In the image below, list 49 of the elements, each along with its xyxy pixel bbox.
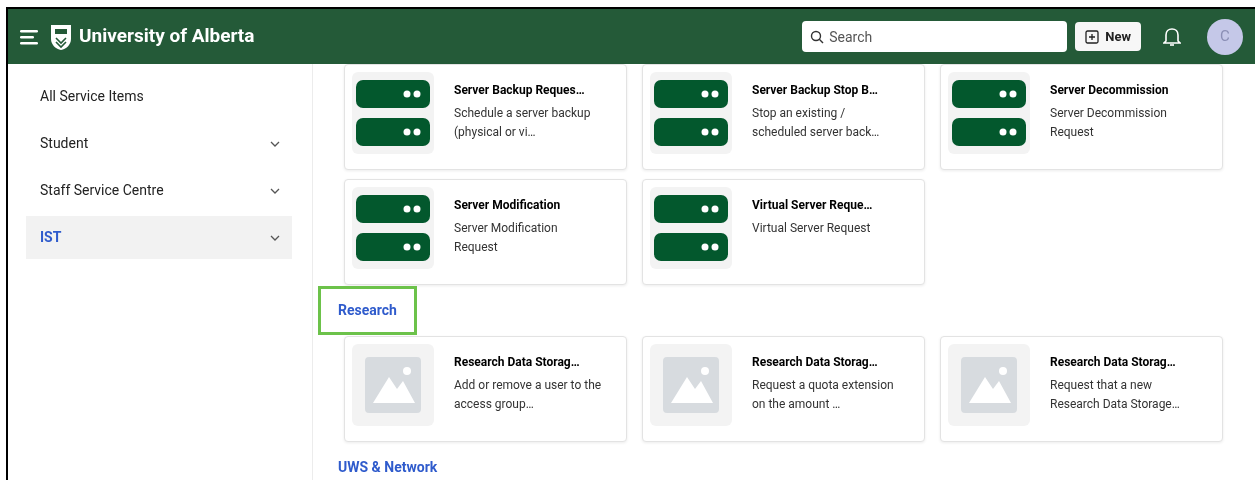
bell-icon[interactable] (1163, 26, 1181, 47)
server-icon (654, 195, 728, 261)
card-title: Server Decommission (1050, 83, 1170, 97)
server-icon (952, 80, 1026, 146)
card-description: Schedule a server backup (physical or vi… (454, 105, 592, 141)
server-icon (654, 80, 728, 146)
card-title: Research Data Storag… (1050, 355, 1177, 369)
server-icon (356, 80, 430, 146)
shield-icon (50, 22, 72, 51)
plus-icon (1085, 29, 1100, 44)
chevron-down-icon (270, 234, 280, 241)
card-title: Research Data Storag… (454, 355, 581, 369)
service-card[interactable]: Server Modification Server Modification Request (344, 179, 627, 285)
image-placeholder-icon (365, 357, 421, 413)
image-placeholder-icon (961, 357, 1017, 413)
site-title[interactable]: University of Alberta (79, 22, 255, 51)
sidebar-item[interactable]: Staff Service Centre (26, 169, 292, 212)
card-description: Virtual Server Request (752, 220, 872, 237)
service-card[interactable]: Server Backup Reques… Schedule a server backup (physical or vi… (344, 64, 627, 170)
card-title: Research Data Storag… (752, 355, 879, 369)
card-description: Add or remove a user to the access group… (454, 377, 603, 413)
section-heading: UWS & Network (337, 458, 439, 477)
search-icon (810, 30, 825, 44)
sidebar-item[interactable]: All Service Items (26, 75, 292, 118)
chevron-down-icon (270, 187, 280, 194)
section-heading: Research (318, 286, 417, 335)
menu-icon[interactable] (20, 28, 40, 45)
service-card[interactable]: Server Decommission Server Decommission Request (940, 64, 1223, 170)
chevron-down-icon (270, 140, 280, 147)
search-field[interactable]: Search (802, 21, 1068, 52)
sidebar-item[interactable]: IST (26, 216, 292, 259)
sidebar-item[interactable]: Student (26, 122, 292, 165)
card-description: Server Decommission Request (1050, 105, 1168, 141)
card-description: Request a quota extension on the amount … (752, 377, 895, 413)
card-title: Server Modification (454, 198, 562, 212)
service-card[interactable]: Virtual Server Reque… Virtual Server Request (642, 179, 925, 285)
card-description: Request that a new Research Data Storage… (1050, 377, 1181, 413)
service-card[interactable]: Research Data Storag… Add or remove a user to the access group… (344, 336, 627, 442)
new-button[interactable]: New (1075, 22, 1141, 51)
server-icon (356, 195, 430, 261)
image-placeholder-icon (663, 357, 719, 413)
card-title: Virtual Server Reque… (752, 198, 874, 212)
card-description: Server Modification Request (454, 220, 559, 256)
service-card[interactable]: Research Data Storag… Request a quota extension on the amount … (642, 336, 925, 442)
service-card[interactable]: Research Data Storag… Request that a new Research Data Storage… (940, 336, 1223, 442)
card-description: Stop an existing / scheduled server back… (752, 105, 881, 141)
service-card[interactable]: Server Backup Stop B… Stop an existing / scheduled server back… (642, 64, 925, 170)
card-title: Server Backup Stop B… (752, 83, 879, 97)
card-title: Server Backup Reques… (454, 83, 586, 97)
